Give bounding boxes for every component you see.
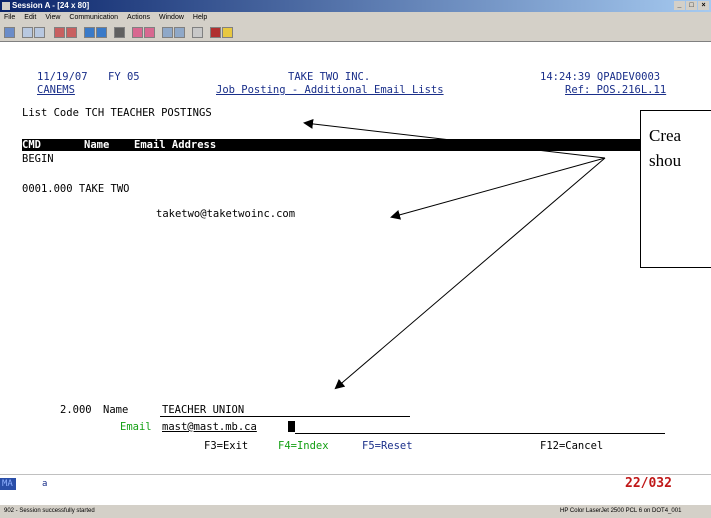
transfer-up-icon[interactable] bbox=[162, 27, 173, 38]
menu-file[interactable]: File bbox=[4, 12, 15, 24]
header-cmd: CMD bbox=[22, 139, 41, 151]
transfer-down-icon[interactable] bbox=[174, 27, 185, 38]
maximize-button[interactable]: □ bbox=[686, 1, 697, 10]
minimize-button[interactable]: _ bbox=[674, 1, 685, 10]
app-icon bbox=[2, 2, 10, 10]
cursor-position: 22/032 bbox=[625, 476, 672, 491]
header-name: Name bbox=[84, 139, 110, 151]
menu-help[interactable]: Help bbox=[193, 12, 207, 24]
annotation-callout: Crea shou bbox=[640, 110, 711, 268]
print-screen-icon[interactable] bbox=[4, 27, 15, 38]
session-message: 902 - Session successfully started bbox=[4, 508, 95, 514]
screen-date: 11/19/07 bbox=[37, 71, 88, 83]
close-button[interactable]: × bbox=[698, 1, 709, 10]
menu-bar: File Edit View Communication Actions Win… bbox=[0, 12, 711, 24]
email-field[interactable]: mast@mast.mb.ca bbox=[162, 421, 257, 433]
keyboard-icon[interactable] bbox=[96, 27, 107, 38]
connect-icon[interactable] bbox=[210, 27, 221, 38]
callout-line-1: Crea bbox=[649, 126, 682, 145]
help-icon[interactable] bbox=[192, 27, 203, 38]
list-entry[interactable]: 0001.000 TAKE TWO bbox=[22, 183, 129, 195]
macro-icon[interactable] bbox=[114, 27, 125, 38]
printer-info: HP Color LaserJet 2500 PCL 6 on DOT4_001 bbox=[560, 508, 682, 514]
email-label: Email bbox=[120, 421, 152, 433]
menu-window[interactable]: Window bbox=[159, 12, 184, 24]
status-bar: MA a 22/032 bbox=[0, 474, 711, 493]
name-field-underline bbox=[160, 416, 410, 417]
fiscal-year: FY 05 bbox=[108, 71, 140, 83]
menu-communication[interactable]: Communication bbox=[69, 12, 118, 24]
list-begin: BEGIN bbox=[22, 153, 54, 165]
name-field[interactable]: TEACHER UNION bbox=[162, 404, 244, 416]
bottom-status-bar: 902 - Session successfully started HP Co… bbox=[0, 505, 711, 518]
copy-icon[interactable] bbox=[22, 27, 33, 38]
program-name: CANEMS bbox=[37, 84, 75, 96]
record-icon[interactable] bbox=[132, 27, 143, 38]
f12-cancel[interactable]: F12=Cancel bbox=[540, 440, 603, 452]
color-icon[interactable] bbox=[222, 27, 233, 38]
name-label: Name bbox=[103, 404, 129, 416]
window-title: Session A - [24 x 80] bbox=[12, 1, 90, 10]
menu-actions[interactable]: Actions bbox=[127, 12, 150, 24]
toolbar bbox=[0, 24, 711, 42]
callout-line-2: shou bbox=[649, 151, 682, 170]
time-and-device: 14:24:39 QPADEV0003 bbox=[540, 71, 661, 83]
company-name: TAKE TWO INC. bbox=[288, 71, 371, 83]
menu-edit[interactable]: Edit bbox=[24, 12, 36, 24]
f4-index[interactable]: F4=Index bbox=[278, 440, 329, 452]
header-email: Email Address bbox=[134, 139, 217, 151]
mode-text: MA bbox=[2, 479, 13, 489]
list-code: List Code TCH TEACHER POSTINGS bbox=[22, 107, 212, 119]
input-indicator: a bbox=[42, 479, 48, 489]
f5-reset[interactable]: F5=Reset bbox=[362, 440, 413, 452]
screen-title: Job Posting - Additional Email Lists bbox=[216, 84, 444, 96]
list-entry-email: taketwo@taketwoinc.com bbox=[156, 208, 296, 220]
send-icon[interactable] bbox=[54, 27, 65, 38]
paste-icon[interactable] bbox=[34, 27, 45, 38]
screen-ref: Ref: POS.216L.11 bbox=[565, 84, 667, 96]
receive-icon[interactable] bbox=[66, 27, 77, 38]
input-sequence: 2.000 bbox=[60, 404, 92, 416]
play-icon[interactable] bbox=[144, 27, 155, 38]
window-titlebar: Session A - [24 x 80] _ □ × bbox=[0, 0, 711, 12]
f3-exit-label: F3=Exit bbox=[204, 440, 249, 452]
text-cursor bbox=[288, 421, 295, 432]
list-header-bar: CMD Name Email Address bbox=[22, 139, 678, 151]
email-field-underline bbox=[295, 433, 665, 434]
menu-view[interactable]: View bbox=[45, 12, 60, 24]
display-icon[interactable] bbox=[84, 27, 95, 38]
f3-exit[interactable]: F3=Exit bbox=[204, 440, 248, 452]
